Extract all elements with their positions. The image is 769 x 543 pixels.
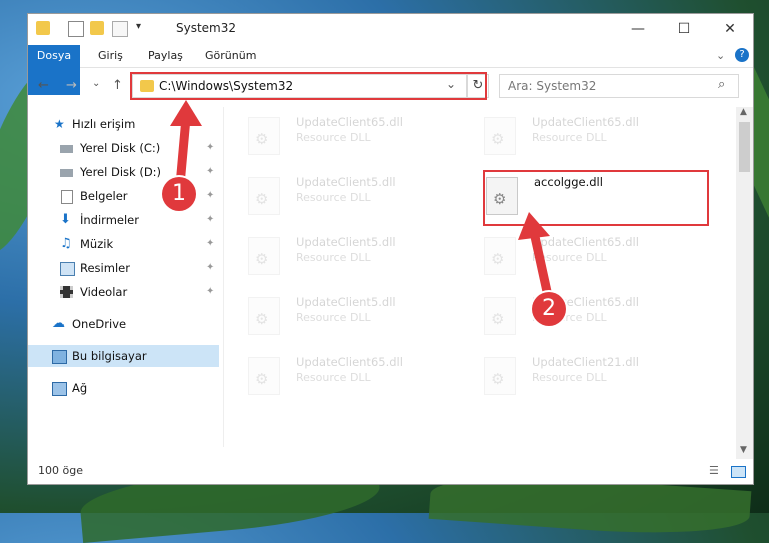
sidebar-item-music[interactable]: ♫ Müzik ✦ xyxy=(28,233,219,255)
computer-icon xyxy=(52,350,67,364)
gear-icon: ⚙ xyxy=(491,310,505,328)
file-highlight-box xyxy=(483,170,709,226)
file-item[interactable]: ⚙ UpdateClient65.dll Resource DLL xyxy=(484,293,714,343)
step-2-badge: 2 xyxy=(532,292,566,326)
tab-giris[interactable]: Giriş xyxy=(98,45,123,67)
properties-icon[interactable] xyxy=(68,21,84,37)
dll-file-icon: ⚙ xyxy=(484,297,516,335)
details-view-icon[interactable]: ☰ xyxy=(709,464,719,477)
sidebar-item-this-pc[interactable]: Bu bilgisayar xyxy=(28,345,219,367)
sidebar-item-quick-access[interactable]: ★ Hızlı erişim xyxy=(28,113,219,135)
step-1-badge: 1 xyxy=(162,177,196,211)
scroll-down-icon[interactable]: ▼ xyxy=(740,445,747,455)
status-bar: 100 öge ☰ xyxy=(28,462,753,484)
file-item[interactable]: ⚙ UpdateClient65.dll Resource DLL xyxy=(248,353,478,403)
download-icon: ⬇ xyxy=(60,212,71,227)
back-button[interactable]: ← xyxy=(38,78,49,93)
customize-toolbar-icon[interactable] xyxy=(112,21,128,37)
pin-icon[interactable]: ✦ xyxy=(206,281,214,303)
close-button[interactable]: ✕ xyxy=(707,14,753,44)
folder-icon xyxy=(36,21,50,35)
dll-file-icon: ⚙ xyxy=(248,357,280,395)
dll-file-icon: ⚙ xyxy=(484,357,516,395)
search-input[interactable]: Ara: System32 ⌕ xyxy=(499,74,739,98)
sidebar-item-local-disk-d[interactable]: Yerel Disk (D:) ✦ xyxy=(28,161,219,183)
minimize-button[interactable]: — xyxy=(615,14,661,44)
star-icon: ★ xyxy=(54,117,65,131)
sidebar-item-downloads[interactable]: ⬇ İndirmeler ✦ xyxy=(28,209,219,231)
search-placeholder: Ara: System32 xyxy=(508,79,597,93)
music-icon: ♫ xyxy=(60,236,72,251)
ribbon-expand-icon[interactable]: ⌄ xyxy=(716,45,725,67)
maximize-button[interactable]: ☐ xyxy=(661,14,707,44)
up-button[interactable]: ↑ xyxy=(112,78,123,93)
gear-icon: ⚙ xyxy=(491,250,505,268)
sidebar-item-local-disk-c[interactable]: Yerel Disk (C:) ✦ xyxy=(28,137,219,159)
video-icon xyxy=(60,286,73,298)
file-item[interactable]: ⚙ UpdateClient5.dll Resource DLL xyxy=(248,173,478,223)
pin-icon[interactable]: ✦ xyxy=(206,209,214,231)
large-icons-view-icon[interactable] xyxy=(731,466,746,478)
pin-icon[interactable]: ✦ xyxy=(206,185,214,207)
document-icon xyxy=(61,190,73,204)
forward-button[interactable]: → xyxy=(66,78,77,93)
cloud-icon: ☁ xyxy=(52,316,65,331)
dll-file-icon: ⚙ xyxy=(484,117,516,155)
pin-icon[interactable]: ✦ xyxy=(206,161,214,183)
sidebar-item-network[interactable]: Ağ xyxy=(28,377,219,399)
sidebar-item-onedrive[interactable]: ☁ OneDrive xyxy=(28,313,219,335)
dll-file-icon: ⚙ xyxy=(248,177,280,215)
dll-file-icon: ⚙ xyxy=(484,237,516,275)
network-icon xyxy=(52,382,67,396)
gear-icon: ⚙ xyxy=(491,370,505,388)
picture-icon xyxy=(60,262,75,276)
sidebar-item-pictures[interactable]: Resimler ✦ xyxy=(28,257,219,279)
navigation-pane: ★ Hızlı erişim Yerel Disk (C:) ✦ Yerel D… xyxy=(28,107,224,447)
dll-file-icon: ⚙ xyxy=(248,237,280,275)
recent-locations-button[interactable]: ⌄ xyxy=(92,78,100,89)
tab-paylas[interactable]: Paylaş xyxy=(148,45,183,67)
new-folder-icon[interactable] xyxy=(90,21,104,35)
dll-file-icon: ⚙ xyxy=(248,297,280,335)
title-bar: ▾ System32 — ☐ ✕ xyxy=(28,14,753,44)
file-item[interactable]: ⚙ UpdateClient5.dll Resource DLL xyxy=(248,233,478,283)
gear-icon: ⚙ xyxy=(255,190,269,208)
file-item[interactable]: ⚙ UpdateClient65.dll Resource DLL xyxy=(484,113,714,163)
address-highlight-box xyxy=(130,72,487,100)
file-item[interactable]: ⚙ UpdateClient65.dll Resource DLL xyxy=(484,233,714,283)
file-item[interactable]: ⚙ UpdateClient5.dll Resource DLL xyxy=(248,293,478,343)
pin-icon[interactable]: ✦ xyxy=(206,257,214,279)
dll-file-icon: ⚙ xyxy=(248,117,280,155)
vertical-scrollbar[interactable]: ▲ ▼ xyxy=(736,107,753,459)
gear-icon: ⚙ xyxy=(255,370,269,388)
drive-icon xyxy=(60,169,73,177)
sidebar-item-videos[interactable]: Videolar ✦ xyxy=(28,281,219,303)
search-icon: ⌕ xyxy=(718,77,726,92)
gear-icon: ⚙ xyxy=(255,310,269,328)
window-title: System32 xyxy=(176,21,237,35)
ribbon-tabs: Dosya Giriş Paylaş Görünüm ⌄ ? xyxy=(28,45,753,95)
drive-icon xyxy=(60,145,73,153)
file-item[interactable]: ⚙ UpdateClient65.dll Resource DLL xyxy=(248,113,478,163)
gear-icon: ⚙ xyxy=(255,250,269,268)
gear-icon: ⚙ xyxy=(255,130,269,148)
scrollbar-thumb[interactable] xyxy=(739,122,750,172)
gear-icon: ⚙ xyxy=(491,130,505,148)
file-list: ⚙ UpdateClient65.dll Resource DLL ⚙ Upda… xyxy=(224,107,737,452)
item-count: 100 öge xyxy=(38,464,83,477)
dropdown-icon[interactable]: ▾ xyxy=(136,21,150,35)
help-icon[interactable]: ? xyxy=(735,48,749,62)
pin-icon[interactable]: ✦ xyxy=(206,233,214,255)
scroll-up-icon[interactable]: ▲ xyxy=(740,107,747,117)
tab-gorunum[interactable]: Görünüm xyxy=(205,45,256,67)
pin-icon[interactable]: ✦ xyxy=(206,137,214,159)
file-item[interactable]: ⚙ UpdateClient21.dll Resource DLL xyxy=(484,353,714,403)
